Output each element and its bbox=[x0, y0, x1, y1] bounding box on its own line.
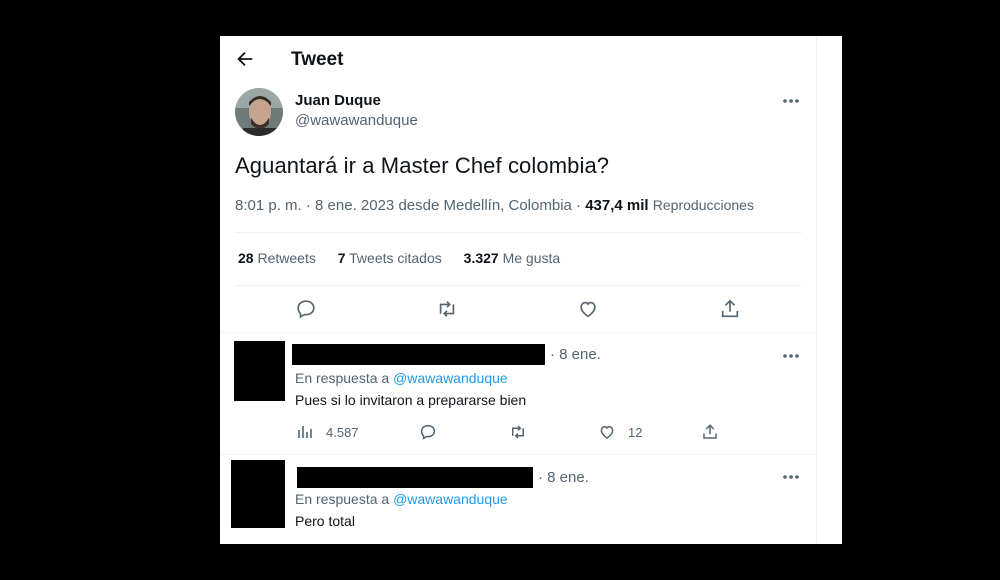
reply-to-link[interactable]: @wawawanduque bbox=[393, 491, 508, 507]
retweet-icon[interactable] bbox=[509, 423, 527, 441]
tweet-time[interactable]: 8:01 p. m. · 8 ene. 2023 desde Medellín,… bbox=[235, 197, 581, 214]
back-arrow-icon[interactable] bbox=[234, 48, 256, 70]
divider bbox=[220, 332, 817, 333]
reply-context: En respuesta a @wawawanduque bbox=[295, 370, 508, 386]
quotes-stat[interactable]: 7 Tweets citados bbox=[338, 250, 442, 266]
like-icon[interactable] bbox=[577, 298, 599, 320]
author-name[interactable]: Juan Duque bbox=[295, 92, 381, 109]
views-count: 437,4 mil bbox=[585, 197, 649, 214]
divider bbox=[235, 285, 802, 286]
more-icon[interactable] bbox=[781, 346, 801, 366]
reply-context: En respuesta a @wawawanduque bbox=[295, 491, 508, 507]
reply-icon[interactable] bbox=[295, 298, 317, 320]
reply-avatar-redacted[interactable] bbox=[231, 460, 285, 528]
more-icon[interactable] bbox=[781, 467, 801, 487]
like-icon[interactable] bbox=[598, 423, 616, 441]
share-icon[interactable] bbox=[701, 423, 719, 441]
tweet-text: Aguantará ir a Master Chef colombia? bbox=[235, 153, 610, 178]
divider bbox=[220, 454, 817, 455]
views-count: 4.587 bbox=[326, 425, 359, 440]
likes-count: 12 bbox=[628, 425, 643, 440]
avatar-photo bbox=[235, 88, 283, 136]
tweet-stats: 28 Retweets 7 Tweets citados 3.327 Me gu… bbox=[238, 250, 560, 266]
reply-to-link[interactable]: @wawawanduque bbox=[393, 370, 508, 386]
reply-text: Pues si lo invitaron a prepararse bien bbox=[295, 392, 527, 408]
author-handle[interactable]: @wawawanduque bbox=[295, 112, 418, 129]
likes-stat[interactable]: 3.327 Me gusta bbox=[464, 250, 561, 266]
reply-text: Pero total bbox=[295, 513, 355, 529]
more-icon[interactable] bbox=[781, 91, 801, 111]
reply-date[interactable]: · 8 ene. bbox=[538, 469, 589, 486]
page-title: Tweet bbox=[291, 49, 344, 70]
reply-date[interactable]: · 8 ene. bbox=[550, 346, 601, 363]
reply-icon[interactable] bbox=[419, 423, 437, 441]
share-icon[interactable] bbox=[719, 298, 741, 320]
retweets-stat[interactable]: 28 Retweets bbox=[238, 250, 316, 266]
reply-author-redacted[interactable] bbox=[297, 467, 533, 488]
views-icon[interactable] bbox=[296, 423, 314, 441]
column-border bbox=[816, 36, 817, 544]
retweet-icon[interactable] bbox=[436, 298, 458, 320]
divider bbox=[235, 232, 802, 233]
tweet-page: Tweet Juan Duque @wawawanduque Aguantará… bbox=[220, 36, 842, 544]
reply-avatar-redacted[interactable] bbox=[234, 341, 285, 401]
tweet-meta: 8:01 p. m. · 8 ene. 2023 desde Medellín,… bbox=[235, 197, 754, 214]
reply-author-redacted[interactable] bbox=[292, 344, 545, 365]
views-label: Reproducciones bbox=[652, 197, 754, 213]
avatar[interactable] bbox=[235, 88, 283, 136]
